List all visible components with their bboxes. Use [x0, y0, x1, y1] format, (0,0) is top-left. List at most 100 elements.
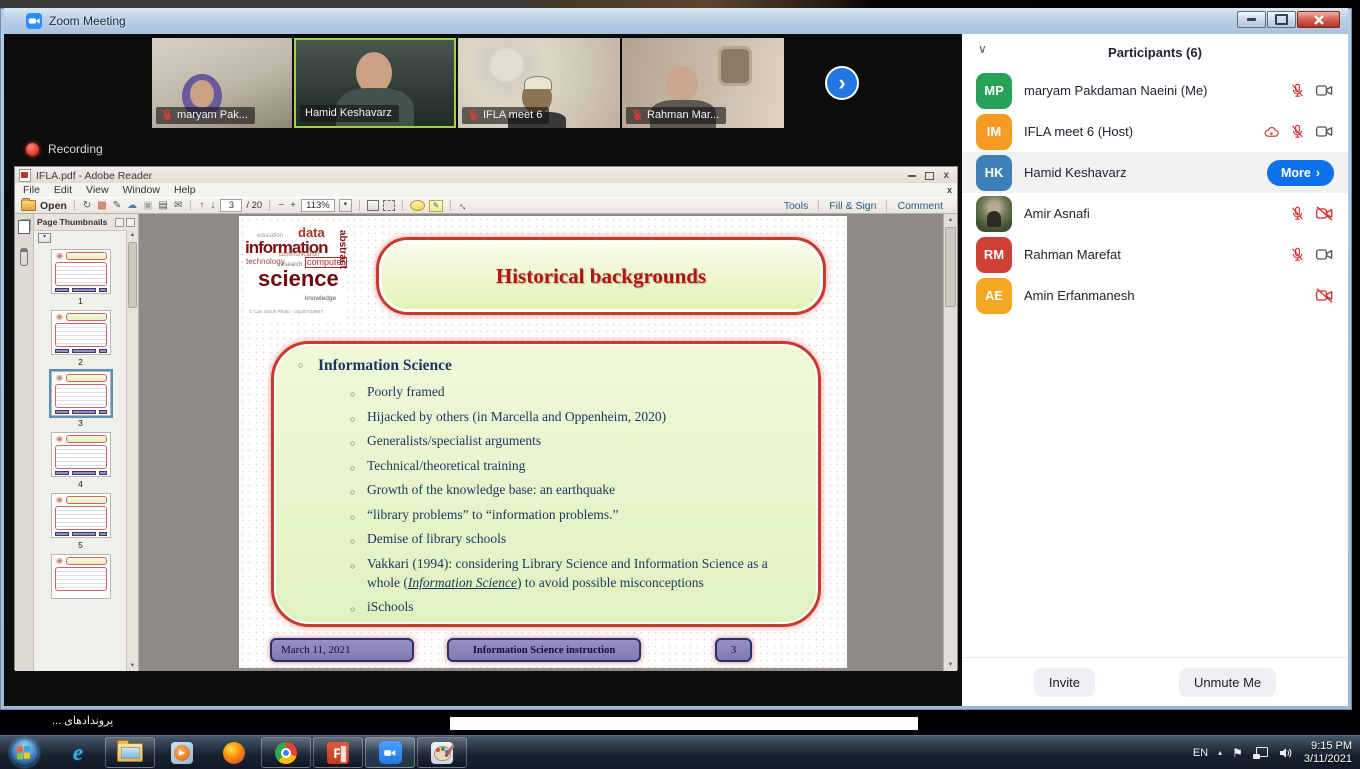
panel-collapse-button[interactable] — [126, 218, 135, 227]
export-pdf-icon[interactable]: ▩ — [96, 200, 107, 212]
participant-row-amin[interactable]: AE Amin Erfanmanesh — [962, 275, 1348, 316]
previous-page-button[interactable]: ↑ — [198, 200, 205, 212]
taskbar-firefox[interactable] — [209, 737, 259, 768]
background-window-label: پروندادهای ... — [52, 714, 113, 727]
document-scrollbar[interactable]: ▲ ▼ — [943, 214, 957, 671]
taskbar-zoom[interactable] — [365, 737, 415, 768]
video-name-badge: Hamid Keshavarz — [300, 105, 399, 122]
participant-row-hamid[interactable]: HK Hamid Keshavarz More › — [962, 152, 1348, 193]
menu-edit[interactable]: Edit — [54, 184, 72, 196]
menu-help[interactable]: Help — [174, 184, 196, 196]
cloud-upload-icon[interactable]: ☁ — [126, 200, 138, 212]
panel-option-button[interactable] — [115, 218, 124, 227]
zoom-icon — [379, 741, 402, 764]
volume-icon[interactable] — [1278, 746, 1294, 760]
document-area: data information education communication… — [139, 214, 943, 671]
avatar: IM — [976, 114, 1012, 150]
open-button[interactable]: Open — [21, 200, 67, 212]
maximize-button[interactable] — [1267, 11, 1296, 28]
video-tile-hamid-active-speaker[interactable]: Hamid Keshavarz — [294, 38, 456, 128]
save-icon[interactable]: ▣ — [142, 200, 153, 212]
email-icon[interactable]: ✉ — [173, 200, 183, 212]
video-name-badge: Rahman Mar... — [626, 107, 726, 124]
thumbnail-page-2[interactable]: 2 — [51, 310, 111, 367]
reader-window-title: IFLA.pdf - Adobe Reader — [36, 170, 903, 182]
invite-button[interactable]: Invite — [1034, 668, 1095, 697]
thumbnail-page-1[interactable]: 1 — [51, 249, 111, 306]
firefox-icon — [223, 742, 245, 764]
scrollbar-thumb[interactable] — [128, 242, 137, 308]
taskbar-windows-explorer[interactable] — [105, 737, 155, 768]
tab-comment[interactable]: Comment — [886, 200, 953, 212]
slide-content-box: ○Information Science ○Poorly framed ○Hij… — [271, 341, 821, 627]
participant-row-amir[interactable]: Amir Asnafi — [962, 193, 1348, 234]
action-center-flag-icon[interactable]: ⚑ — [1232, 746, 1243, 760]
language-indicator[interactable]: EN — [1193, 747, 1208, 759]
zoom-dropdown-button[interactable]: ▾ — [339, 199, 352, 212]
recording-indicator[interactable]: Recording — [26, 142, 103, 156]
thumbnail-page-3-selected[interactable]: 3 — [51, 371, 111, 428]
video-tile-maryam[interactable]: maryam Pak... — [152, 38, 292, 128]
reader-toolbar: Open ↻ ▩ ✎ ☁ ▣ ▤ ✉ ↑ ↓ 3 / 20 − + 113% ▾ — [15, 197, 957, 214]
zoom-level-input[interactable]: 113% — [301, 199, 335, 212]
slide-footer: March 11, 2021 Information Science instr… — [239, 638, 847, 664]
comment-bubble-icon[interactable] — [410, 200, 425, 211]
tab-fill-sign[interactable]: Fill & Sign — [818, 200, 886, 212]
reader-close-button[interactable]: x — [943, 172, 949, 180]
desktop-bottom-strip: پروندادهای ... — [0, 710, 1360, 735]
slide-heading: ○Information Science — [296, 357, 800, 375]
reader-maximize-button[interactable] — [925, 172, 934, 180]
thumbnail-page-6[interactable] — [51, 554, 111, 599]
avatar: MP — [976, 73, 1012, 109]
menu-window[interactable]: Window — [123, 184, 160, 196]
attachments-icon[interactable] — [20, 248, 28, 266]
next-page-button[interactable]: ↓ — [209, 200, 216, 212]
share-file-icon[interactable]: ↻ — [82, 200, 92, 212]
taskbar-powerpoint[interactable]: P — [313, 737, 363, 768]
taskbar-internet-explorer[interactable]: e — [53, 737, 103, 768]
resize-handles-icon[interactable]: ↔ — [455, 197, 471, 213]
start-button[interactable] — [10, 738, 39, 767]
thumbnail-page-4[interactable]: 4 — [51, 432, 111, 489]
taskbar-media-player[interactable]: ▶ — [157, 737, 207, 768]
reader-minimize-button[interactable] — [908, 175, 916, 177]
zoom-in-button[interactable]: + — [289, 200, 297, 212]
more-button[interactable]: More › — [1267, 160, 1334, 186]
taskbar-chrome[interactable] — [261, 737, 311, 768]
participant-row-rahman[interactable]: RM Rahman Marefat — [962, 234, 1348, 275]
taskbar-clock[interactable]: 9:15 PM 3/11/2021 — [1304, 740, 1352, 766]
video-tile-rahman[interactable]: Rahman Mar... — [622, 38, 784, 128]
fill-sign-icon[interactable]: ✎ — [429, 200, 443, 212]
document-close-icon[interactable]: x — [947, 185, 952, 195]
tab-tools[interactable]: Tools — [774, 200, 819, 212]
participant-row-ifla-host[interactable]: IM IFLA meet 6 (Host) — [962, 111, 1348, 152]
network-icon[interactable] — [1253, 747, 1268, 759]
menu-file[interactable]: File — [23, 184, 40, 196]
video-tile-ifla[interactable]: IFLA meet 6 — [458, 38, 620, 128]
hidden-icons-button[interactable]: ▴ — [1218, 748, 1222, 757]
page-number-input[interactable]: 3 — [220, 199, 242, 212]
zoom-out-button[interactable]: − — [277, 200, 285, 212]
participant-row-maryam[interactable]: MP maryam Pakdaman Naeini (Me) — [962, 70, 1348, 111]
thumbnail-options-icon[interactable]: ▾ — [38, 233, 51, 243]
close-button[interactable] — [1297, 11, 1340, 28]
page-total-label: / 20 — [246, 200, 262, 211]
sign-pen-icon[interactable]: ✎ — [112, 200, 122, 212]
unmute-me-button[interactable]: Unmute Me — [1179, 668, 1276, 697]
thumbnails-scrollbar[interactable]: ▲ ▼ — [126, 230, 138, 671]
scrollbar-thumb[interactable] — [945, 227, 956, 307]
fullscreen-mode-icon[interactable] — [383, 200, 395, 211]
print-icon[interactable]: ▤ — [158, 200, 169, 212]
scrolling-mode-icon[interactable] — [367, 200, 379, 211]
taskbar-paint[interactable] — [417, 737, 467, 768]
collapse-panel-icon[interactable]: ∨ — [978, 42, 987, 56]
reader-titlebar[interactable]: IFLA.pdf - Adobe Reader x — [15, 167, 957, 183]
next-videos-button[interactable]: › — [825, 66, 859, 100]
thumbnail-page-5[interactable]: 5 — [51, 493, 111, 550]
slide-bullet: ○Demise of library schools — [350, 529, 800, 548]
menu-view[interactable]: View — [86, 184, 109, 196]
zoom-titlebar[interactable]: Zoom Meeting — [4, 8, 1348, 34]
zoom-meeting-content: maryam Pak... Hamid Keshavarz IFLA meet … — [4, 34, 1348, 706]
page-thumbnails-icon[interactable] — [18, 220, 30, 234]
minimize-button[interactable] — [1237, 11, 1266, 28]
